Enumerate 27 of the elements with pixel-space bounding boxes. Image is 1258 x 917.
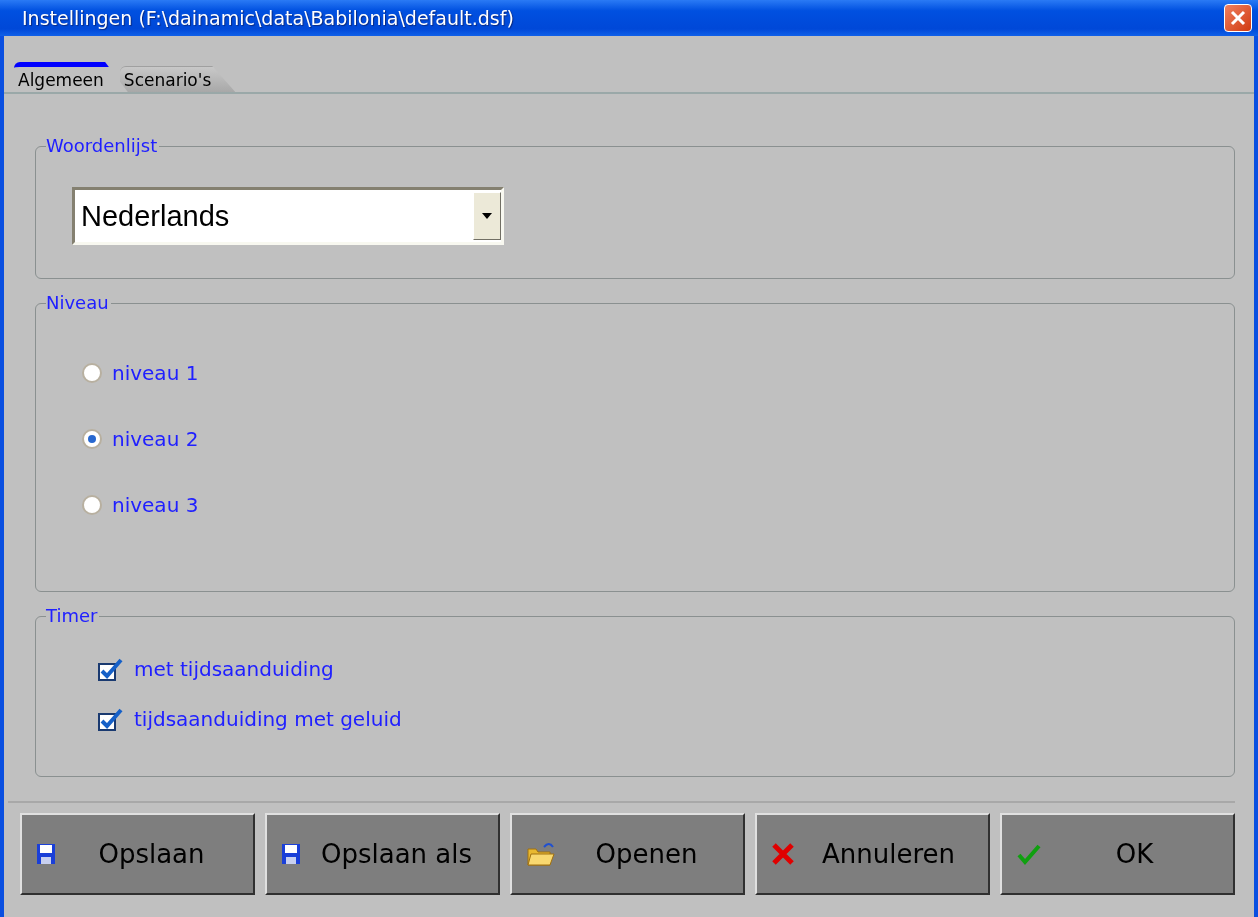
checked-checkbox-icon[interactable] <box>98 657 124 681</box>
action-button[interactable]: OK <box>1000 813 1235 895</box>
close-icon <box>1230 10 1246 27</box>
tab[interactable]: Scenario's <box>119 66 236 92</box>
cross-icon <box>771 842 795 866</box>
action-button[interactable]: Openen <box>510 813 745 895</box>
dropdown-arrow-button[interactable] <box>473 192 501 240</box>
checked-checkbox-icon[interactable] <box>98 707 124 731</box>
dropdown-value: Nederlands <box>80 199 230 233</box>
radio-button[interactable] <box>82 495 102 515</box>
caret-icon <box>482 213 492 219</box>
radio-label: niveau 2 <box>112 427 199 451</box>
radio-button[interactable] <box>82 363 102 383</box>
radio-button[interactable] <box>82 429 102 449</box>
group-legend: Woordenlijst <box>46 135 160 156</box>
checkmark-icon <box>1016 842 1042 866</box>
radio-label: niveau 1 <box>112 361 199 385</box>
action-button[interactable]: Opslaan <box>20 813 255 895</box>
folder-icon <box>526 841 556 867</box>
checkbox-label: tijdsaanduiding met geluid <box>134 707 402 731</box>
close-button[interactable] <box>1224 4 1252 33</box>
language-dropdown[interactable]: Nederlands <box>72 187 504 245</box>
radio-label: niveau 3 <box>112 493 199 517</box>
action-button[interactable]: Opslaan als <box>265 813 500 895</box>
checkbox-label: met tijdsaanduiding <box>134 657 334 681</box>
action-button[interactable]: Annuleren <box>755 813 990 895</box>
window-title: Instellingen (F:\dainamic\data\Babilonia\default.dsf) <box>22 7 514 30</box>
